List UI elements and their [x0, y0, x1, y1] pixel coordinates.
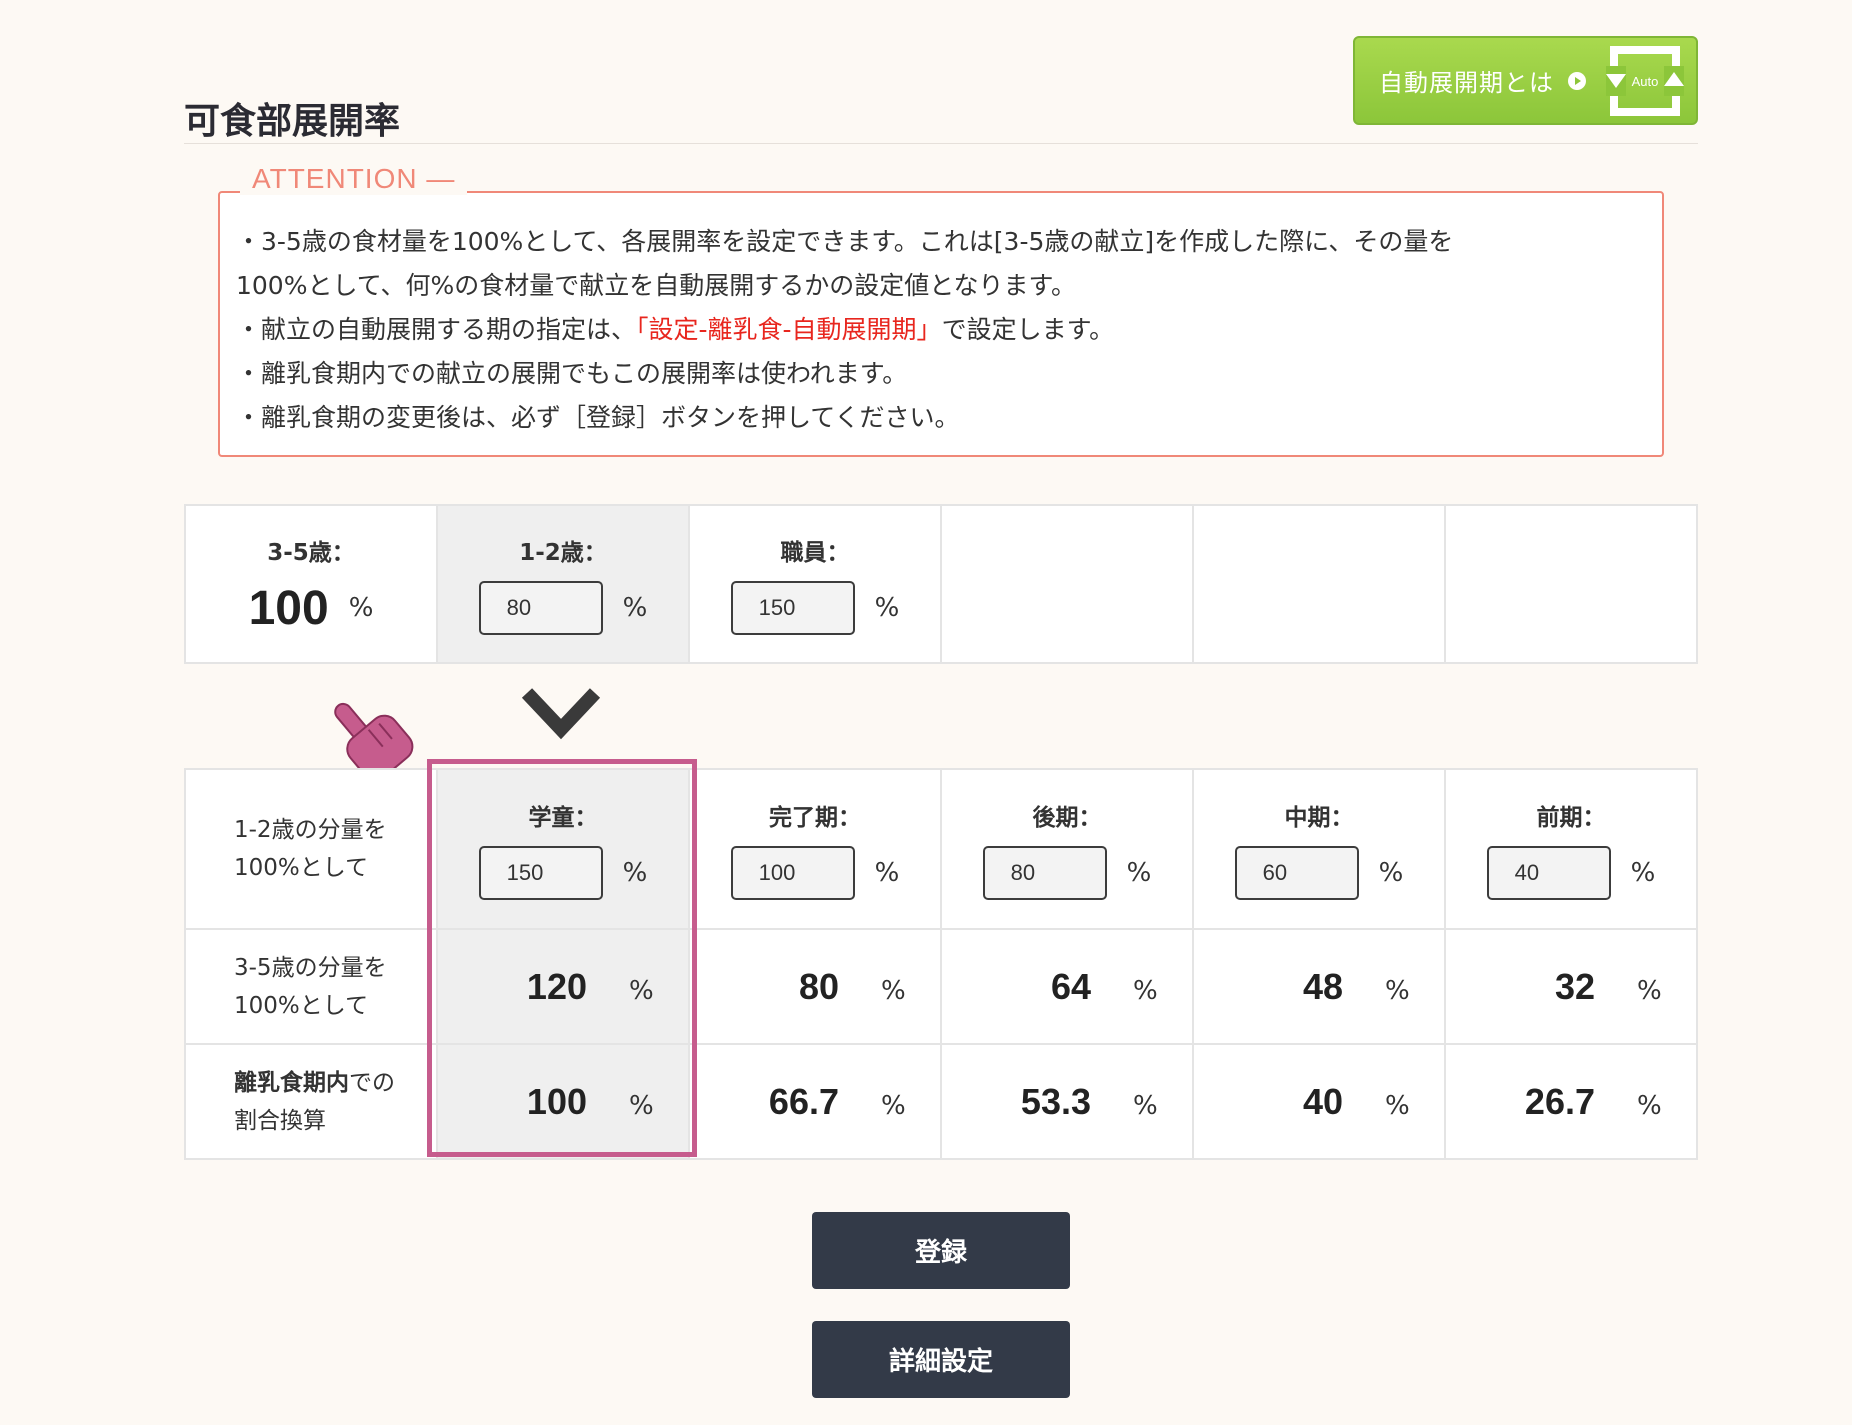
- play-circle-icon: [1568, 71, 1586, 90]
- auto-cycle-icon: Auto: [1606, 46, 1684, 116]
- computed-cell: 48%: [1192, 928, 1446, 1045]
- col-label: 後期：: [1032, 805, 1102, 831]
- computed-value: 66.7: [768, 1080, 839, 1122]
- title-divider: [184, 143, 1698, 144]
- row-label-bold: 離乳食期内: [234, 1069, 349, 1096]
- computed-cell: 64%: [940, 928, 1194, 1045]
- computed-value: 64: [1050, 965, 1091, 1007]
- attention-text: ・3-5歳の食材量を100%として、各展開率を設定できます。これは[3-5歳の献…: [236, 220, 1636, 440]
- unit-label: %: [629, 1090, 654, 1121]
- col-kanryo-input-cell: 完了期： %: [688, 768, 942, 930]
- col-chuki-input-cell: 中期： %: [1192, 768, 1446, 930]
- computed-cell: 100%: [436, 1043, 690, 1160]
- computed-cell: 40%: [1192, 1043, 1446, 1160]
- auto-icon-text: Auto: [1632, 74, 1659, 89]
- age35-label: 3-5歳：: [267, 539, 355, 566]
- staff-cell: 職員： %: [688, 504, 942, 664]
- base-rate-table: 3-5歳： 100 % 1-2歳： % 職員： %: [184, 504, 1698, 664]
- col-gakudo-input-cell: 学童： %: [436, 768, 690, 930]
- kanryo-rate-input[interactable]: [730, 846, 855, 900]
- computed-value: 26.7: [1524, 1080, 1595, 1122]
- col-label: 完了期：: [769, 805, 861, 831]
- computed-value: 48: [1302, 965, 1343, 1007]
- col-label: 中期：: [1284, 805, 1354, 831]
- unit-label: %: [1133, 975, 1158, 1006]
- age12-rate-input[interactable]: [478, 581, 603, 635]
- unit-label: %: [1637, 1090, 1662, 1121]
- attention-line-3-prefix: ・献立の自動展開する期の指定は、: [236, 315, 637, 344]
- row-label-35-base: 3-5歳の分量を 100%として: [184, 928, 438, 1045]
- empty-cell: [1192, 504, 1446, 664]
- age12-cell: 1-2歳： %: [436, 504, 690, 664]
- unit-label: %: [1630, 858, 1656, 888]
- staff-unit: %: [874, 593, 900, 623]
- zenki-rate-input[interactable]: [1486, 846, 1611, 900]
- unit-label: %: [629, 975, 654, 1006]
- auto-expansion-help-label: 自動展開期とは: [1379, 69, 1554, 97]
- attention-line-1: ・3-5歳の食材量を100%として、各展開率を設定できます。これは[3-5歳の献…: [236, 227, 1454, 256]
- age12-label: 1-2歳：: [519, 540, 607, 566]
- age35-value: 100: [248, 581, 329, 635]
- unit-label: %: [1637, 975, 1662, 1006]
- chevron-down-icon: [521, 688, 601, 740]
- row-label-line: 離乳食期内での: [234, 1064, 436, 1102]
- attention-line-4: ・離乳食期内での献立の展開でもこの展開率は使われます。: [236, 359, 908, 388]
- attention-line-3: ・献立の自動展開する期の指定は、「設定-離乳食-自動展開期」で設定します。: [236, 308, 1636, 352]
- unit-label: %: [874, 858, 900, 888]
- empty-cell: [940, 504, 1194, 664]
- computed-value: 100: [526, 1080, 587, 1122]
- computed-cell: 66.7%: [688, 1043, 942, 1160]
- staff-rate-input[interactable]: [730, 581, 855, 635]
- attention-legend: ATTENTION —: [240, 163, 468, 195]
- unit-label: %: [1378, 858, 1404, 888]
- row-label-line: 3-5歳の分量を: [234, 954, 387, 981]
- age12-unit: %: [622, 593, 648, 623]
- row-label-line: 割合換算: [234, 1107, 326, 1134]
- unit-label: %: [1126, 858, 1152, 888]
- col-koki-input-cell: 後期： %: [940, 768, 1194, 930]
- computed-value: 120: [526, 965, 587, 1007]
- unit-label: %: [622, 858, 648, 888]
- computed-value: 80: [798, 965, 839, 1007]
- auto-expansion-settings-link[interactable]: 「設定-離乳食-自動展開期」: [636, 315, 942, 344]
- attention-line-5: ・離乳食期の変更後は、必ず［登録］ボタンを押してください。: [236, 403, 960, 432]
- computed-value: 53.3: [1020, 1080, 1091, 1122]
- unit-label: %: [1385, 1090, 1410, 1121]
- col-label: 前期：: [1536, 805, 1606, 831]
- expansion-rate-table: 1-2歳の分量を 100%として 学童： % 完了期： % 後期： % 中期： …: [184, 768, 1698, 1160]
- attention-line-2: 100%として、何%の食材量で献立を自動展開するかの設定値となります。: [236, 271, 1076, 300]
- unit-label: %: [881, 1090, 906, 1121]
- age35-unit: %: [348, 593, 374, 623]
- row-label-rest: での: [349, 1069, 395, 1096]
- row-label-12-base: 1-2歳の分量を 100%として: [184, 768, 438, 930]
- staff-label: 職員：: [780, 540, 850, 566]
- gakudo-rate-input[interactable]: [478, 846, 603, 900]
- col-zenki-input-cell: 前期： %: [1444, 768, 1698, 930]
- computed-value: 40: [1302, 1080, 1343, 1122]
- computed-cell: 80%: [688, 928, 942, 1045]
- koki-rate-input[interactable]: [982, 846, 1107, 900]
- age35-cell: 3-5歳： 100 %: [184, 504, 438, 664]
- attention-line-3-suffix: で設定します。: [941, 315, 1115, 344]
- unit-label: %: [881, 975, 906, 1006]
- unit-label: %: [1133, 1090, 1158, 1121]
- empty-cell: [1444, 504, 1698, 664]
- computed-cell: 53.3%: [940, 1043, 1194, 1160]
- computed-cell: 26.7%: [1444, 1043, 1698, 1160]
- chuki-rate-input[interactable]: [1234, 846, 1359, 900]
- computed-cell: 32%: [1444, 928, 1698, 1045]
- row-label-line: 1-2歳の分量を: [234, 817, 387, 843]
- page-title: 可食部展開率: [184, 101, 401, 142]
- col-label: 学童：: [528, 805, 598, 831]
- row-label-line: 100%として: [234, 992, 369, 1019]
- detail-settings-button[interactable]: 詳細設定: [812, 1321, 1070, 1398]
- register-button[interactable]: 登録: [812, 1212, 1070, 1289]
- computed-cell: 120%: [436, 928, 690, 1045]
- row-label-line: 100%として: [234, 855, 369, 881]
- row-label-weaning-ratio: 離乳食期内での 割合換算: [184, 1043, 438, 1160]
- computed-value: 32: [1554, 965, 1595, 1007]
- unit-label: %: [1385, 975, 1410, 1006]
- auto-expansion-help-button[interactable]: 自動展開期とは Auto: [1353, 36, 1698, 125]
